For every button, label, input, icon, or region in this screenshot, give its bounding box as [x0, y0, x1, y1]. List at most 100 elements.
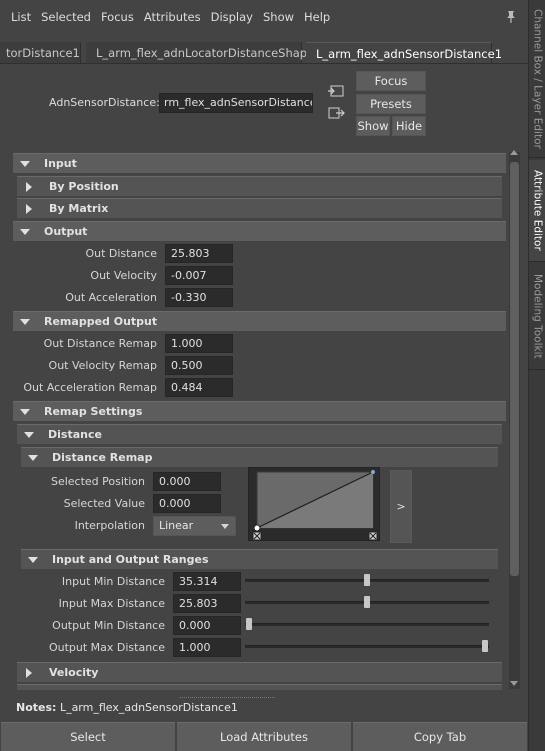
section-by-matrix-label: By Matrix: [49, 202, 109, 215]
out-acceleration-field[interactable]: -0.330: [165, 288, 233, 307]
tab-locator-distance[interactable]: torDistance1: [0, 42, 81, 63]
ramp-graph[interactable]: [248, 467, 380, 541]
slider-handle[interactable]: [482, 640, 488, 652]
output-max-distance-field[interactable]: 1.000: [173, 638, 241, 657]
menu-display[interactable]: Display: [206, 10, 258, 24]
collapse-arrow-icon: [20, 319, 30, 325]
selected-value-label: Selected Value: [63, 497, 145, 510]
pin-icon[interactable]: [504, 10, 516, 24]
notes-splitter[interactable]: [180, 697, 275, 699]
collapse-arrow-icon: [28, 557, 38, 563]
section-remap-settings-label: Remap Settings: [44, 405, 143, 418]
go-to-input-icon[interactable]: [327, 84, 345, 98]
node-tab-bar: torDistance1 L_arm_flex_adnLocatorDistan…: [0, 42, 528, 64]
expand-arrow-icon: [26, 668, 32, 678]
expand-ramp-button[interactable]: >: [390, 470, 412, 543]
select-button[interactable]: Select: [1, 722, 175, 751]
scroll-down-arrow-icon[interactable]: [510, 681, 518, 686]
chevron-down-icon: [221, 524, 229, 529]
copy-tab-button[interactable]: Copy Tab: [353, 722, 527, 751]
output-min-distance-slider[interactable]: [245, 623, 489, 626]
collapse-arrow-icon: [28, 455, 38, 461]
notes-value[interactable]: L_arm_flex_adnSensorDistance1: [60, 701, 238, 714]
input-max-distance-field[interactable]: 25.803: [173, 594, 241, 613]
section-velocity-label: Velocity: [49, 666, 99, 679]
collapse-arrow-icon: [24, 432, 34, 438]
out-velocity-remap-field[interactable]: 0.500: [165, 356, 233, 375]
tab-locator-distance-shape[interactable]: L_arm_flex_adnLocatorDistanceShape1: [86, 42, 322, 63]
scroll-up-arrow-icon[interactable]: [510, 150, 518, 155]
section-by-position-label: By Position: [49, 180, 119, 193]
output-max-distance-label: Output Max Distance: [48, 641, 165, 654]
menu-focus[interactable]: Focus: [96, 10, 139, 24]
notes-row: Notes: L_arm_flex_adnSensorDistance1: [16, 701, 238, 714]
section-distance[interactable]: Distance: [17, 424, 502, 444]
section-partial-next[interactable]: [17, 684, 502, 690]
side-tab-modeling-toolkit[interactable]: Modeling Toolkit: [529, 264, 545, 370]
ramp-point-start[interactable]: [253, 524, 261, 532]
section-velocity[interactable]: Velocity: [17, 662, 502, 682]
delete-point-icon[interactable]: [368, 531, 378, 541]
section-remapped-output[interactable]: Remapped Output: [13, 311, 506, 331]
output-min-distance-label: Output Min Distance: [52, 619, 165, 632]
show-button[interactable]: Show: [356, 116, 390, 136]
output-min-distance-field[interactable]: 0.000: [173, 616, 241, 635]
slider-handle[interactable]: [364, 574, 370, 586]
input-max-distance-label: Input Max Distance: [58, 597, 165, 610]
section-by-matrix[interactable]: By Matrix: [17, 198, 502, 218]
bottom-button-bar: Select Load Attributes Copy Tab: [0, 720, 528, 751]
menu-show[interactable]: Show: [258, 10, 299, 24]
section-input[interactable]: Input: [13, 153, 506, 173]
selected-position-label: Selected Position: [50, 475, 145, 488]
out-distance-remap-field[interactable]: 1.000: [165, 334, 233, 353]
interpolation-dropdown[interactable]: Linear: [153, 516, 236, 536]
menu-help[interactable]: Help: [299, 10, 335, 24]
delete-point-icon[interactable]: [252, 531, 262, 541]
out-distance-field[interactable]: 25.803: [165, 244, 233, 263]
tab-sensor-distance[interactable]: L_arm_flex_adnSensorDistance1: [306, 42, 502, 63]
section-io-ranges[interactable]: Input and Output Ranges: [21, 549, 498, 569]
hide-button[interactable]: Hide: [392, 116, 426, 136]
menu-selected[interactable]: Selected: [36, 10, 96, 24]
ramp-curve: [252, 470, 378, 541]
out-acceleration-remap-label: Out Acceleration Remap: [23, 381, 157, 394]
section-by-position[interactable]: By Position: [17, 176, 502, 196]
section-input-label: Input: [44, 157, 77, 170]
presets-button[interactable]: Presets: [356, 94, 426, 114]
menu-list[interactable]: List: [6, 10, 36, 24]
out-acceleration-remap-field[interactable]: 0.484: [165, 378, 233, 397]
collapse-arrow-icon: [20, 229, 30, 235]
section-distance-label: Distance: [48, 428, 102, 441]
node-name-field[interactable]: rm_flex_adnSensorDistance1: [159, 93, 313, 113]
go-to-output-icon[interactable]: [327, 106, 345, 120]
section-remapped-output-label: Remapped Output: [44, 315, 158, 328]
collapse-arrow-icon: [20, 409, 30, 415]
load-attributes-button[interactable]: Load Attributes: [177, 722, 351, 751]
slider-handle[interactable]: [246, 618, 252, 630]
attribute-panel: Input By Position By Matrix Output Out D…: [0, 145, 528, 690]
output-max-distance-slider[interactable]: [245, 645, 489, 648]
focus-button[interactable]: Focus: [356, 71, 426, 91]
slider-handle[interactable]: [364, 596, 370, 608]
out-distance-label: Out Distance: [85, 247, 157, 260]
out-velocity-label: Out Velocity: [90, 269, 157, 282]
out-velocity-remap-label: Out Velocity Remap: [48, 359, 157, 372]
side-tab-channel-box[interactable]: Channel Box / Layer Editor: [529, 0, 545, 158]
menu-attributes[interactable]: Attributes: [139, 10, 206, 24]
interpolation-value: Linear: [159, 519, 194, 532]
selected-position-field[interactable]: 0.000: [153, 472, 221, 491]
side-tab-attribute-editor[interactable]: Attribute Editor: [529, 160, 545, 262]
section-distance-remap[interactable]: Distance Remap: [21, 447, 498, 467]
side-tab-strip: Channel Box / Layer Editor Attribute Edi…: [528, 0, 545, 751]
node-type-label: AdnSensorDistance:: [49, 96, 160, 109]
out-velocity-field[interactable]: -0.007: [165, 266, 233, 285]
menu-bar: List Selected Focus Attributes Display S…: [0, 0, 528, 34]
ramp-point-end[interactable]: [371, 470, 375, 474]
section-remap-settings[interactable]: Remap Settings: [13, 401, 506, 421]
side-tab-modeling-toolkit-label: Modeling Toolkit: [531, 274, 544, 359]
section-output[interactable]: Output: [13, 221, 506, 241]
input-min-distance-field[interactable]: 35.314: [173, 572, 241, 591]
scrollbar-thumb[interactable]: [510, 162, 519, 576]
out-distance-remap-label: Out Distance Remap: [43, 337, 157, 350]
selected-value-field[interactable]: 0.000: [153, 494, 221, 513]
